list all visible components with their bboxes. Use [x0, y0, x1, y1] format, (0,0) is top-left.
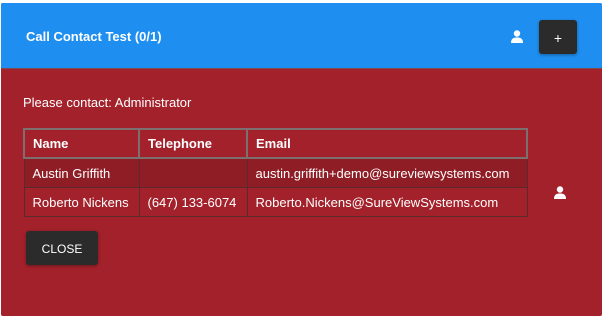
column-header-name: Name	[23, 128, 140, 159]
contacts-table: Name Telephone Email Austin Griffith aus…	[23, 128, 528, 217]
column-header-telephone: Telephone	[138, 128, 248, 159]
dialog-title: Call Contact Test (0/1)	[26, 29, 162, 44]
dialog-header: Call Contact Test (0/1) +	[1, 3, 602, 69]
cell-name: Austin Griffith	[23, 157, 140, 188]
user-icon[interactable]	[554, 186, 566, 199]
table-row[interactable]: Austin Griffith austin.griffith+demo@sur…	[23, 157, 528, 188]
add-contact-button[interactable]: +	[539, 20, 577, 54]
user-icon[interactable]	[511, 30, 523, 43]
cell-name: Roberto Nickens	[23, 187, 140, 217]
table-header-row: Name Telephone Email	[23, 128, 528, 159]
column-header-email: Email	[246, 128, 528, 159]
cell-telephone	[138, 157, 248, 188]
table-row[interactable]: Roberto Nickens (647) 133-6074 Roberto.N…	[23, 187, 528, 217]
cell-email: Roberto.Nickens@SureViewSystems.com	[246, 187, 528, 217]
close-button[interactable]: CLOSE	[26, 231, 98, 265]
contact-prompt: Please contact: Administrator	[23, 95, 192, 110]
cell-telephone: (647) 133-6074	[138, 187, 248, 217]
call-contact-dialog: Call Contact Test (0/1) + Please contact…	[1, 3, 602, 316]
cell-email: austin.griffith+demo@sureviewsystems.com	[246, 157, 528, 188]
